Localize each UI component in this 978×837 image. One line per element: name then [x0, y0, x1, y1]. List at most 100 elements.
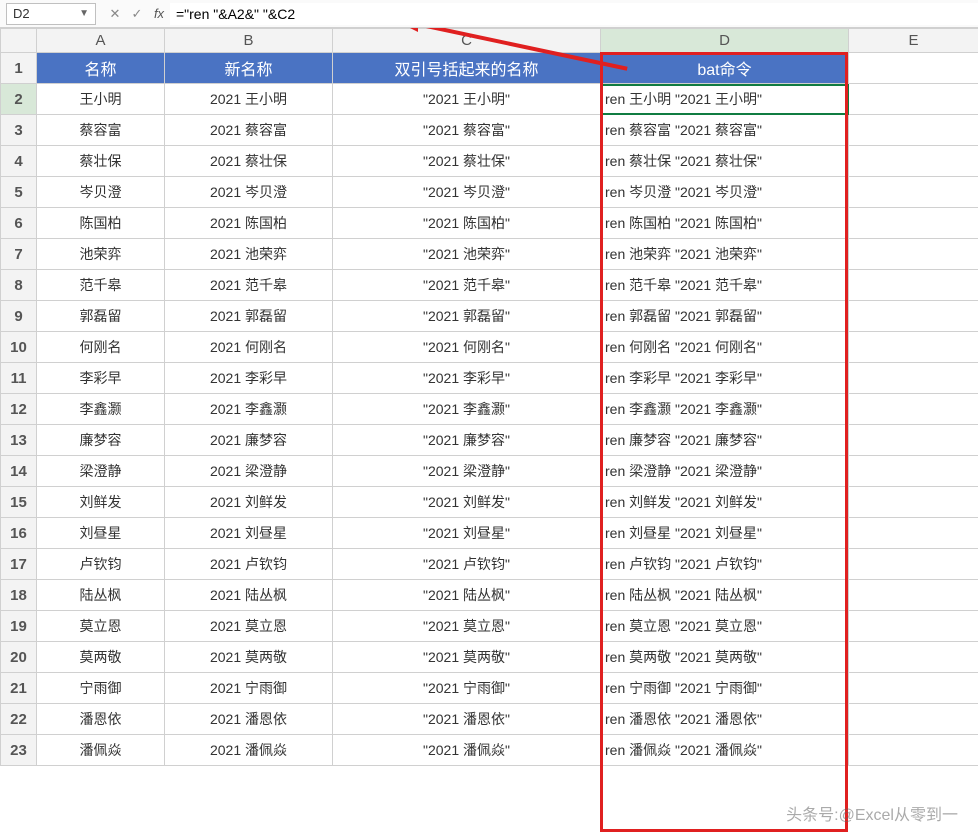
name-box-dropdown-icon[interactable]: ▼ [79, 8, 89, 19]
cell[interactable]: 刘昼星 [37, 518, 165, 549]
grid[interactable]: A B C D E 1 名称 新名称 双引号括起来的名称 bat命令 2王小明2… [0, 28, 978, 837]
cell[interactable]: 2021 何刚名 [165, 332, 333, 363]
cell[interactable] [849, 270, 978, 301]
cell[interactable] [849, 673, 978, 704]
cell[interactable]: ren 潘佩焱 "2021 潘佩焱" [601, 735, 849, 766]
cell[interactable]: "2021 何刚名" [333, 332, 601, 363]
cell[interactable]: 2021 陈国柏 [165, 208, 333, 239]
cell[interactable]: 2021 廉梦容 [165, 425, 333, 456]
cell[interactable] [849, 611, 978, 642]
cell[interactable]: 2021 范千皋 [165, 270, 333, 301]
cell[interactable]: 梁澄静 [37, 456, 165, 487]
row-header[interactable]: 20 [1, 642, 37, 673]
cell[interactable]: "2021 陆丛枫" [333, 580, 601, 611]
col-header-C[interactable]: C [333, 29, 601, 53]
row-header[interactable]: 15 [1, 487, 37, 518]
cell[interactable]: ren 潘恩依 "2021 潘恩依" [601, 704, 849, 735]
cell[interactable]: 2021 岑贝澄 [165, 177, 333, 208]
cell[interactable]: 2021 莫立恩 [165, 611, 333, 642]
fx-icon[interactable]: fx [148, 6, 170, 21]
cell[interactable] [849, 146, 978, 177]
row-header[interactable]: 9 [1, 301, 37, 332]
cell[interactable]: "2021 刘昼星" [333, 518, 601, 549]
cell[interactable] [849, 115, 978, 146]
cell[interactable]: 2021 刘昼星 [165, 518, 333, 549]
cell[interactable]: ren 陈国柏 "2021 陈国柏" [601, 208, 849, 239]
cell[interactable]: 2021 潘佩焱 [165, 735, 333, 766]
cell[interactable]: "2021 范千皋" [333, 270, 601, 301]
cell[interactable]: ren 卢钦钧 "2021 卢钦钧" [601, 549, 849, 580]
cell[interactable] [849, 425, 978, 456]
enter-icon[interactable]: ✓ [126, 3, 148, 25]
row-header[interactable]: 17 [1, 549, 37, 580]
cell[interactable]: "2021 蔡容富" [333, 115, 601, 146]
cell[interactable]: "2021 岑贝澄" [333, 177, 601, 208]
row-header[interactable]: 6 [1, 208, 37, 239]
cell[interactable]: 2021 刘鲜发 [165, 487, 333, 518]
row-header[interactable]: 14 [1, 456, 37, 487]
cell[interactable]: ren 何刚名 "2021 何刚名" [601, 332, 849, 363]
cell[interactable] [849, 363, 978, 394]
cell[interactable]: "2021 莫两敬" [333, 642, 601, 673]
cell[interactable]: 2021 莫两敬 [165, 642, 333, 673]
cell[interactable]: 2021 宁雨御 [165, 673, 333, 704]
col-header-B[interactable]: B [165, 29, 333, 53]
cell[interactable]: 2021 陆丛枫 [165, 580, 333, 611]
cell[interactable] [849, 456, 978, 487]
cell[interactable]: ren 蔡壮保 "2021 蔡壮保" [601, 146, 849, 177]
row-header[interactable]: 23 [1, 735, 37, 766]
cell[interactable]: ren 刘鲜发 "2021 刘鲜发" [601, 487, 849, 518]
cell[interactable]: ren 王小明 "2021 王小明" [601, 84, 849, 115]
cell[interactable]: "2021 刘鲜发" [333, 487, 601, 518]
cell[interactable]: 2021 李彩早 [165, 363, 333, 394]
cell[interactable] [849, 84, 978, 115]
cell[interactable]: 卢钦钧 [37, 549, 165, 580]
cell[interactable]: ren 梁澄静 "2021 梁澄静" [601, 456, 849, 487]
col-header-A[interactable]: A [37, 29, 165, 53]
cell[interactable]: ren 岑贝澄 "2021 岑贝澄" [601, 177, 849, 208]
cell[interactable]: 何刚名 [37, 332, 165, 363]
cell[interactable]: ren 廉梦容 "2021 廉梦容" [601, 425, 849, 456]
cell[interactable]: 宁雨御 [37, 673, 165, 704]
cell[interactable]: ren 李鑫灏 "2021 李鑫灏" [601, 394, 849, 425]
cell[interactable]: 2021 蔡壮保 [165, 146, 333, 177]
cell[interactable] [849, 549, 978, 580]
cell[interactable] [849, 53, 978, 84]
cell[interactable]: 范千皋 [37, 270, 165, 301]
cell[interactable]: "2021 廉梦容" [333, 425, 601, 456]
cell[interactable] [849, 332, 978, 363]
row-header[interactable]: 21 [1, 673, 37, 704]
cell[interactable]: 王小明 [37, 84, 165, 115]
row-header[interactable]: 13 [1, 425, 37, 456]
cell[interactable]: 李彩早 [37, 363, 165, 394]
cell[interactable]: 2021 郭磊留 [165, 301, 333, 332]
cell[interactable]: ren 郭磊留 "2021 郭磊留" [601, 301, 849, 332]
cancel-icon[interactable]: ✕ [104, 3, 126, 25]
row-header[interactable]: 19 [1, 611, 37, 642]
cell[interactable]: ren 池荣弈 "2021 池荣弈" [601, 239, 849, 270]
cell[interactable] [849, 735, 978, 766]
cell[interactable] [849, 704, 978, 735]
row-header[interactable]: 12 [1, 394, 37, 425]
cell[interactable]: 蔡壮保 [37, 146, 165, 177]
cell[interactable]: "2021 郭磊留" [333, 301, 601, 332]
row-header[interactable]: 16 [1, 518, 37, 549]
cell[interactable]: ren 陆丛枫 "2021 陆丛枫" [601, 580, 849, 611]
cell[interactable]: 莫两敬 [37, 642, 165, 673]
select-all-corner[interactable] [1, 29, 37, 53]
cell[interactable]: 陆丛枫 [37, 580, 165, 611]
cell[interactable]: 潘佩焱 [37, 735, 165, 766]
row-header[interactable]: 3 [1, 115, 37, 146]
cell[interactable]: ren 刘昼星 "2021 刘昼星" [601, 518, 849, 549]
cell[interactable]: "2021 李鑫灏" [333, 394, 601, 425]
cell[interactable] [849, 580, 978, 611]
cell[interactable] [849, 487, 978, 518]
row-header[interactable]: 22 [1, 704, 37, 735]
cell[interactable]: 池荣弈 [37, 239, 165, 270]
header-cell[interactable]: bat命令 [601, 53, 849, 84]
cell[interactable]: ren 蔡容富 "2021 蔡容富" [601, 115, 849, 146]
cell[interactable]: 廉梦容 [37, 425, 165, 456]
cell[interactable]: "2021 陈国柏" [333, 208, 601, 239]
cell[interactable]: ren 范千皋 "2021 范千皋" [601, 270, 849, 301]
header-cell[interactable]: 双引号括起来的名称 [333, 53, 601, 84]
